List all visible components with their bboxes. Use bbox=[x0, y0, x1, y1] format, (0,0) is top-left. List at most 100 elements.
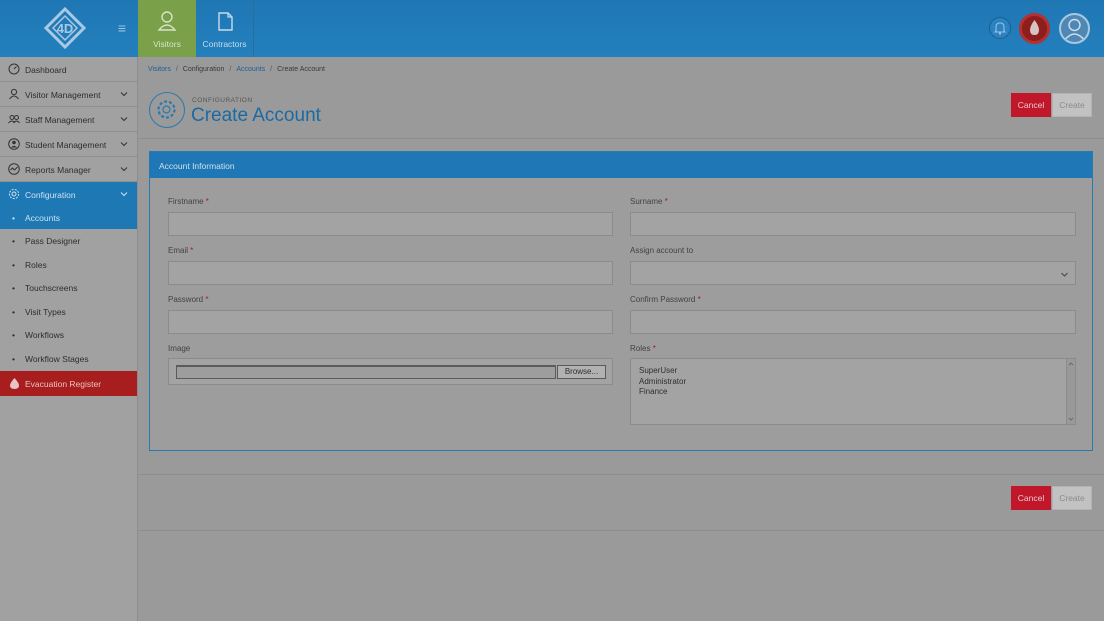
sidebar-item-student-management[interactable]: Student Management bbox=[0, 132, 137, 157]
sidebar-sub-label: Touchscreens bbox=[25, 283, 78, 293]
sidebar-item-label: Configuration bbox=[25, 190, 76, 200]
tab-visitors[interactable]: Visitors bbox=[138, 0, 196, 57]
sidebar-sub-workflow-stages[interactable]: • Workflow Stages bbox=[0, 347, 137, 370]
menu-toggle-icon[interactable]: ≡ bbox=[115, 21, 129, 35]
sidebar-item-label: Evacuation Register bbox=[25, 379, 102, 389]
email-input[interactable] bbox=[168, 261, 613, 285]
sidebar-sub-visit-types[interactable]: • Visit Types bbox=[0, 300, 137, 323]
flame-icon bbox=[1030, 20, 1039, 35]
divider bbox=[138, 474, 1104, 475]
surname-label: Surname * bbox=[630, 197, 668, 206]
sidebar-item-label: Reports Manager bbox=[25, 165, 91, 175]
bell-icon bbox=[993, 22, 1007, 35]
tab-contractors-label: Contractors bbox=[202, 39, 247, 49]
role-option[interactable]: Finance bbox=[639, 387, 667, 396]
assign-account-label: Assign account to bbox=[630, 246, 694, 255]
chevron-down-icon bbox=[120, 167, 128, 172]
chevron-down-icon bbox=[1061, 272, 1068, 277]
role-option[interactable]: SuperUser bbox=[639, 366, 677, 375]
breadcrumb: Visitors / Configuration / Accounts / Create A… bbox=[148, 66, 325, 73]
assign-account-select[interactable] bbox=[630, 261, 1076, 285]
role-option[interactable]: Administrator bbox=[639, 377, 686, 386]
sidebar-sub-touchscreens[interactable]: • Touchscreens bbox=[0, 276, 137, 299]
confirm-password-input[interactable] bbox=[630, 310, 1076, 334]
breadcrumb-visitors[interactable]: Visitors bbox=[148, 66, 171, 73]
chevron-down-icon bbox=[120, 192, 128, 197]
sidebar-sub-label: Roles bbox=[25, 260, 47, 270]
panel-title: Account Information bbox=[159, 161, 235, 171]
sidebar-sub-label: Accounts bbox=[25, 213, 60, 223]
page-title: Create Account bbox=[191, 105, 321, 126]
firstname-label: Firstname * bbox=[168, 197, 209, 206]
file-path-field[interactable] bbox=[176, 365, 556, 379]
sidebar-item-label: Student Management bbox=[25, 140, 107, 150]
tab-contractors[interactable]: Contractors bbox=[196, 0, 254, 57]
breadcrumb-current: Create Account bbox=[277, 66, 325, 73]
sidebar-item-label: Visitor Management bbox=[25, 90, 101, 100]
page-header: CONFIGURATION Create Account Cancel Crea… bbox=[138, 82, 1104, 139]
logo[interactable]: 4D bbox=[43, 6, 87, 50]
sidebar-item-label: Staff Management bbox=[25, 115, 95, 125]
sidebar-sub-roles[interactable]: • Roles bbox=[0, 253, 137, 276]
logo-text: 4D bbox=[57, 21, 74, 36]
user-icon bbox=[157, 11, 177, 31]
firstname-input[interactable] bbox=[168, 212, 613, 236]
confirm-password-label: Confirm Password * bbox=[630, 295, 701, 304]
scroll-up-icon[interactable] bbox=[1067, 360, 1075, 368]
cancel-button[interactable]: Cancel bbox=[1011, 93, 1051, 117]
sidebar-item-visitor-management[interactable]: Visitor Management bbox=[0, 82, 137, 107]
create-button[interactable]: Create bbox=[1052, 93, 1092, 117]
surname-input[interactable] bbox=[630, 212, 1076, 236]
gear-icon bbox=[157, 100, 176, 119]
user-icon bbox=[9, 88, 19, 100]
sidebar-sub-accounts[interactable]: • Accounts bbox=[0, 206, 137, 229]
sidebar-item-staff-management[interactable]: Staff Management bbox=[0, 107, 137, 132]
page-icon bbox=[149, 92, 185, 128]
sidebar-sub-label: Pass Designer bbox=[25, 236, 81, 246]
email-label: Email * bbox=[168, 246, 194, 255]
scroll-down-icon[interactable] bbox=[1067, 415, 1075, 423]
divider bbox=[138, 530, 1104, 531]
breadcrumb-accounts[interactable]: Accounts bbox=[236, 66, 265, 73]
sidebar-item-configuration[interactable]: Configuration bbox=[0, 182, 137, 207]
student-icon bbox=[8, 138, 20, 150]
group-icon bbox=[8, 115, 20, 124]
evacuation-button[interactable] bbox=[1019, 13, 1050, 44]
sidebar-sub-label: Workflow Stages bbox=[25, 354, 89, 364]
roles-listbox[interactable]: SuperUser Administrator Finance bbox=[630, 358, 1076, 425]
notifications-button[interactable] bbox=[989, 17, 1011, 39]
roles-label: Roles * bbox=[630, 344, 656, 353]
browse-button[interactable]: Browse... bbox=[557, 365, 606, 379]
password-input[interactable] bbox=[168, 310, 613, 334]
sidebar-sub-pass-designer[interactable]: • Pass Designer bbox=[0, 229, 137, 252]
sidebar-sub-label: Visit Types bbox=[25, 307, 66, 317]
cancel-button-bottom[interactable]: Cancel bbox=[1011, 486, 1051, 510]
gear-icon bbox=[8, 188, 20, 200]
sidebar-sub-workflows[interactable]: • Workflows bbox=[0, 323, 137, 346]
sidebar-item-dashboard[interactable]: Dashboard bbox=[0, 57, 137, 82]
breadcrumb-configuration: Configuration bbox=[182, 66, 225, 73]
roles-scrollbar[interactable] bbox=[1066, 359, 1075, 424]
image-label: Image bbox=[168, 344, 191, 353]
user-avatar[interactable] bbox=[1059, 13, 1090, 44]
image-file-input[interactable]: Browse... bbox=[168, 358, 613, 385]
account-information-panel: Account Information Firstname * Surname … bbox=[149, 151, 1093, 451]
sidebar-item-evacuation-register[interactable]: Evacuation Register bbox=[0, 371, 137, 396]
dashboard-icon bbox=[8, 63, 20, 75]
sidebar-sub-label: Workflows bbox=[25, 330, 65, 340]
sidebar-item-reports-manager[interactable]: Reports Manager bbox=[0, 157, 137, 182]
avatar-icon bbox=[1063, 18, 1086, 42]
panel-header: Account Information bbox=[150, 152, 1092, 178]
reports-icon bbox=[8, 163, 20, 175]
page-eyebrow: CONFIGURATION bbox=[192, 97, 253, 104]
chevron-down-icon bbox=[120, 142, 128, 147]
sidebar-item-label: Dashboard bbox=[25, 65, 67, 75]
document-icon bbox=[218, 12, 233, 31]
chevron-down-icon bbox=[120, 117, 128, 122]
flame-icon bbox=[10, 378, 19, 389]
password-label: Password * bbox=[168, 295, 209, 304]
top-bar: 4D ≡ Visitors Contractors bbox=[0, 0, 1104, 57]
create-button-bottom[interactable]: Create bbox=[1052, 486, 1092, 510]
sidebar: Dashboard Visitor Management Staff Manag… bbox=[0, 57, 138, 621]
chevron-down-icon bbox=[120, 92, 128, 97]
